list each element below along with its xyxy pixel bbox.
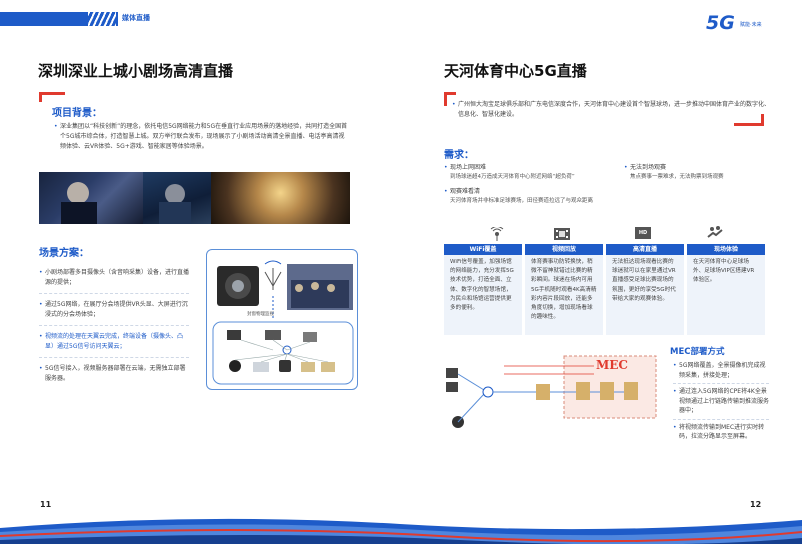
- mec-diagram: MEC: [444, 346, 662, 438]
- photo-vr-visitor: [39, 172, 143, 224]
- intro-text: • 广州恒大淘宝足球俱乐部和广东电信深度合作，天河体育中心建设首个智慧球场，进一…: [452, 101, 771, 118]
- section-label: 媒体直播: [122, 14, 150, 22]
- scenario-diagram: 封窗物理监视: [206, 249, 358, 390]
- logo-mark: 5G: [706, 12, 735, 34]
- feature-title: WiFi覆盖: [444, 244, 522, 255]
- need-detail: 焦点赛事一票难求，无法购票到场观赛: [630, 173, 724, 180]
- section-header-bar: 媒体直播: [0, 12, 160, 26]
- feature-card-replay: 视频回放 体育赛事功防转换快，稍微不留神就错过比赛的精彩瞬间。球迷在场内可用5G…: [525, 244, 603, 335]
- wifi-icon: [490, 226, 504, 241]
- feature-text: WiFi信号覆盖，加强场馆的网络能力，充分发挥5G技术优势，打造全面、立体、数字…: [444, 255, 522, 335]
- left-page-title: 深圳深业上城小剧场高清直播: [38, 62, 234, 80]
- scenario-item: 通过5G网络，在展厅分会场提供VR头显、大屏进行沉浸式的分会场体验；: [39, 300, 189, 319]
- feature-title: 高清直播: [606, 244, 684, 255]
- background-text-body: 深业集团以“科技创新”的理念，依托电信5G网络能力和5G在垂直行业应用场景的落地…: [60, 123, 348, 150]
- feature-title: 现场体验: [687, 244, 765, 255]
- photo-theater-stage: [211, 172, 350, 224]
- need-detail: 天河体育场并非标准足球赛场，田径赛道拉远了与观众距离: [450, 197, 594, 204]
- needs-heading: 需求：: [444, 150, 474, 161]
- feature-card-hd-live: 高清直播 无法抵达现场观看比赛的球迷就可以在家里通过VR直播感受足球比赛现场的氛…: [606, 244, 684, 335]
- need-title: 现场上网困难: [444, 163, 624, 173]
- mec-diagram-graphic: [446, 355, 657, 428]
- need-title: 无法到场观赛: [624, 163, 774, 173]
- red-bracket-right: [734, 114, 764, 126]
- divider: [673, 383, 769, 384]
- mec-list: 5G网络覆盖，全景摄像机完成视频采集，拼接处理； 通过连入5G网络的CPE将4K…: [673, 361, 769, 442]
- divider: [673, 418, 769, 420]
- feature-card-wifi: WiFi覆盖 WiFi信号覆盖，加强场馆的网络能力，充分发挥5G技术优势，打造全…: [444, 244, 522, 335]
- divider: [39, 357, 189, 358]
- feature-text: 在天河体育中心足球场外、足球场VIP区搭建VR体验区。: [687, 255, 765, 335]
- feature-card-experience: 现场体验 在天河体育中心足球场外、足球场VIP区搭建VR体验区。: [687, 244, 765, 335]
- header-stripes: [88, 12, 116, 26]
- need-detail: 到场球迷超4万造成天河体育中心附近网络“超负荷”: [450, 173, 575, 180]
- film-icon: [554, 226, 570, 240]
- logo-text: 赋能·未来: [740, 22, 762, 28]
- hd-icon: HD: [635, 227, 651, 239]
- mec-label: MEC: [596, 358, 628, 372]
- scenario-heading: 场景方案：: [39, 248, 89, 259]
- scenario-list: 小剧场部署多目摄像头（含音响采集）设备，进行直播源的提供； 通过5G网络，在展厅…: [39, 268, 189, 383]
- diagram-caption: 封窗物理监视: [247, 312, 274, 317]
- mec-item: 通过连入5G网络的CPE将4K全景视频通过上行链路传输到推流服务器中；: [673, 387, 769, 416]
- scenario-item: 5G信号接入，视频服务器部署在云端，无需独立部署服务器。: [39, 364, 189, 383]
- need-title: 观赛难看清: [444, 187, 684, 197]
- scenario-item: 小剧场部署多目摄像头（含音响采集）设备，进行直播源的提供；: [39, 268, 189, 287]
- need-item: 观赛难看清 天河体育场并非标准足球赛场，田径赛道拉远了与观众距离: [444, 187, 684, 206]
- red-bracket: [39, 92, 65, 102]
- right-page-title: 天河体育中心5G直播: [444, 62, 587, 80]
- background-text: • 深业集团以“科技创新”的理念，依托电信5G网络能力和5G在垂直行业应用场景的…: [54, 123, 348, 150]
- feature-title: 视频回放: [525, 244, 603, 255]
- scenario-item: 视频流的处理在天翼云完成，终端设备（摄像头、凸显）通过5G信号访问天翼云；: [39, 332, 189, 351]
- mec-heading: MEC部署方式: [670, 347, 725, 357]
- hands-icon: [707, 225, 723, 241]
- intro-text-body: 广州恒大淘宝足球俱乐部和广东电信深度合作，天河体育中心建设首个智慧球场，进一步推…: [458, 101, 771, 118]
- need-item: 无法到场观赛 焦点赛事一票难求，无法购票到场观赛: [624, 163, 774, 182]
- 5g-logo: 5G 赋能·未来: [706, 12, 786, 36]
- feature-text: 体育赛事功防转换快，稍微不留神就错过比赛的精彩瞬间。球迷在场内可用5G手机随时观…: [525, 255, 603, 335]
- mec-item: 5G网络覆盖，全景摄像机完成视频采集，拼接处理；: [673, 361, 769, 380]
- footer-wave: [0, 518, 802, 544]
- divider: [39, 293, 189, 294]
- feature-text: 无法抵达现场观看比赛的球迷就可以在家里通过VR直播感受足球比赛现场的氛围，更好的…: [606, 255, 684, 335]
- mec-item: 将视频流传输到MEC进行实时转码，拉流分路显示至屏幕。: [673, 423, 769, 442]
- scenario-diagram-graphic: [212, 260, 354, 385]
- need-item: 现场上网困难 到场球迷超4万造成天河体育中心附近网络“超负荷”: [444, 163, 624, 182]
- photo-vr-headset: [143, 172, 211, 224]
- divider: [39, 325, 189, 326]
- background-heading: 项目背景：: [52, 108, 102, 119]
